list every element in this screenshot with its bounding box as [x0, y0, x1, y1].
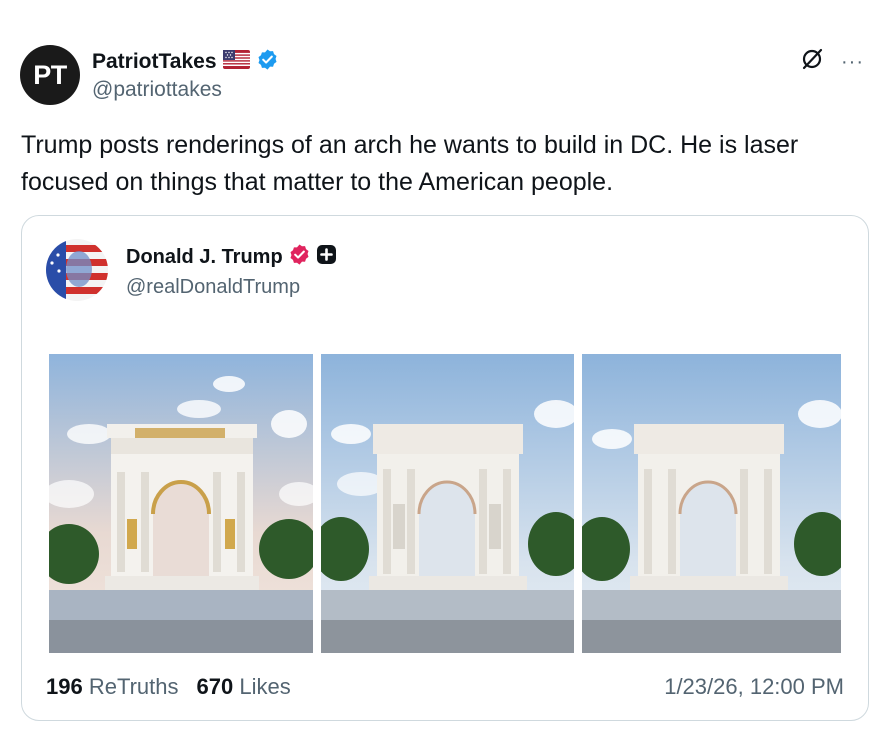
- author-name-row: PatriotTakes: [92, 48, 279, 76]
- plus-badge-icon[interactable]: [316, 244, 337, 270]
- engagement-stats: 196 ReTruths 670 Likes: [46, 674, 291, 700]
- handle[interactable]: @patriottakes: [92, 78, 222, 102]
- post-text: Trump posts renderings of an arch he wan…: [21, 131, 799, 196]
- quoted-display-name[interactable]: Donald J. Trump: [126, 246, 283, 269]
- verified-badge-icon[interactable]: [256, 48, 279, 76]
- retruths-count: 196: [46, 674, 83, 699]
- arch-rendering-image-2[interactable]: [321, 354, 574, 653]
- verified-badge-icon[interactable]: [288, 243, 311, 271]
- more-options-icon[interactable]: ···: [841, 52, 864, 72]
- arch-rendering-image-3[interactable]: [582, 354, 841, 653]
- retruths-stat[interactable]: 196 ReTruths: [46, 674, 179, 700]
- post-actions: ···: [799, 46, 864, 77]
- timestamp[interactable]: 1/23/26, 12:00 PM: [664, 674, 844, 700]
- likes-stat[interactable]: 670 Likes: [197, 674, 291, 700]
- quoted-handle[interactable]: @realDonaldTrump: [126, 276, 300, 299]
- avatar-patriottakes[interactable]: PT: [20, 45, 80, 105]
- avatar-trump[interactable]: [46, 239, 108, 301]
- likes-count: 670: [196, 674, 234, 699]
- avatar-text: PT: [33, 59, 67, 90]
- display-name[interactable]: PatriotTakes: [92, 50, 217, 74]
- likes-label: Likes: [239, 674, 291, 699]
- quoted-post[interactable]: Donald J. Trump @realDonaldTrump 196 ReT…: [21, 215, 869, 721]
- no-notifications-icon[interactable]: [799, 46, 825, 77]
- arch-rendering-image-1[interactable]: [49, 354, 313, 653]
- quoted-name-row: Donald J. Trump: [126, 243, 337, 271]
- retruths-label: ReTruths: [88, 674, 179, 699]
- us-flag-icon: [222, 50, 250, 74]
- image-gallery: [49, 354, 841, 653]
